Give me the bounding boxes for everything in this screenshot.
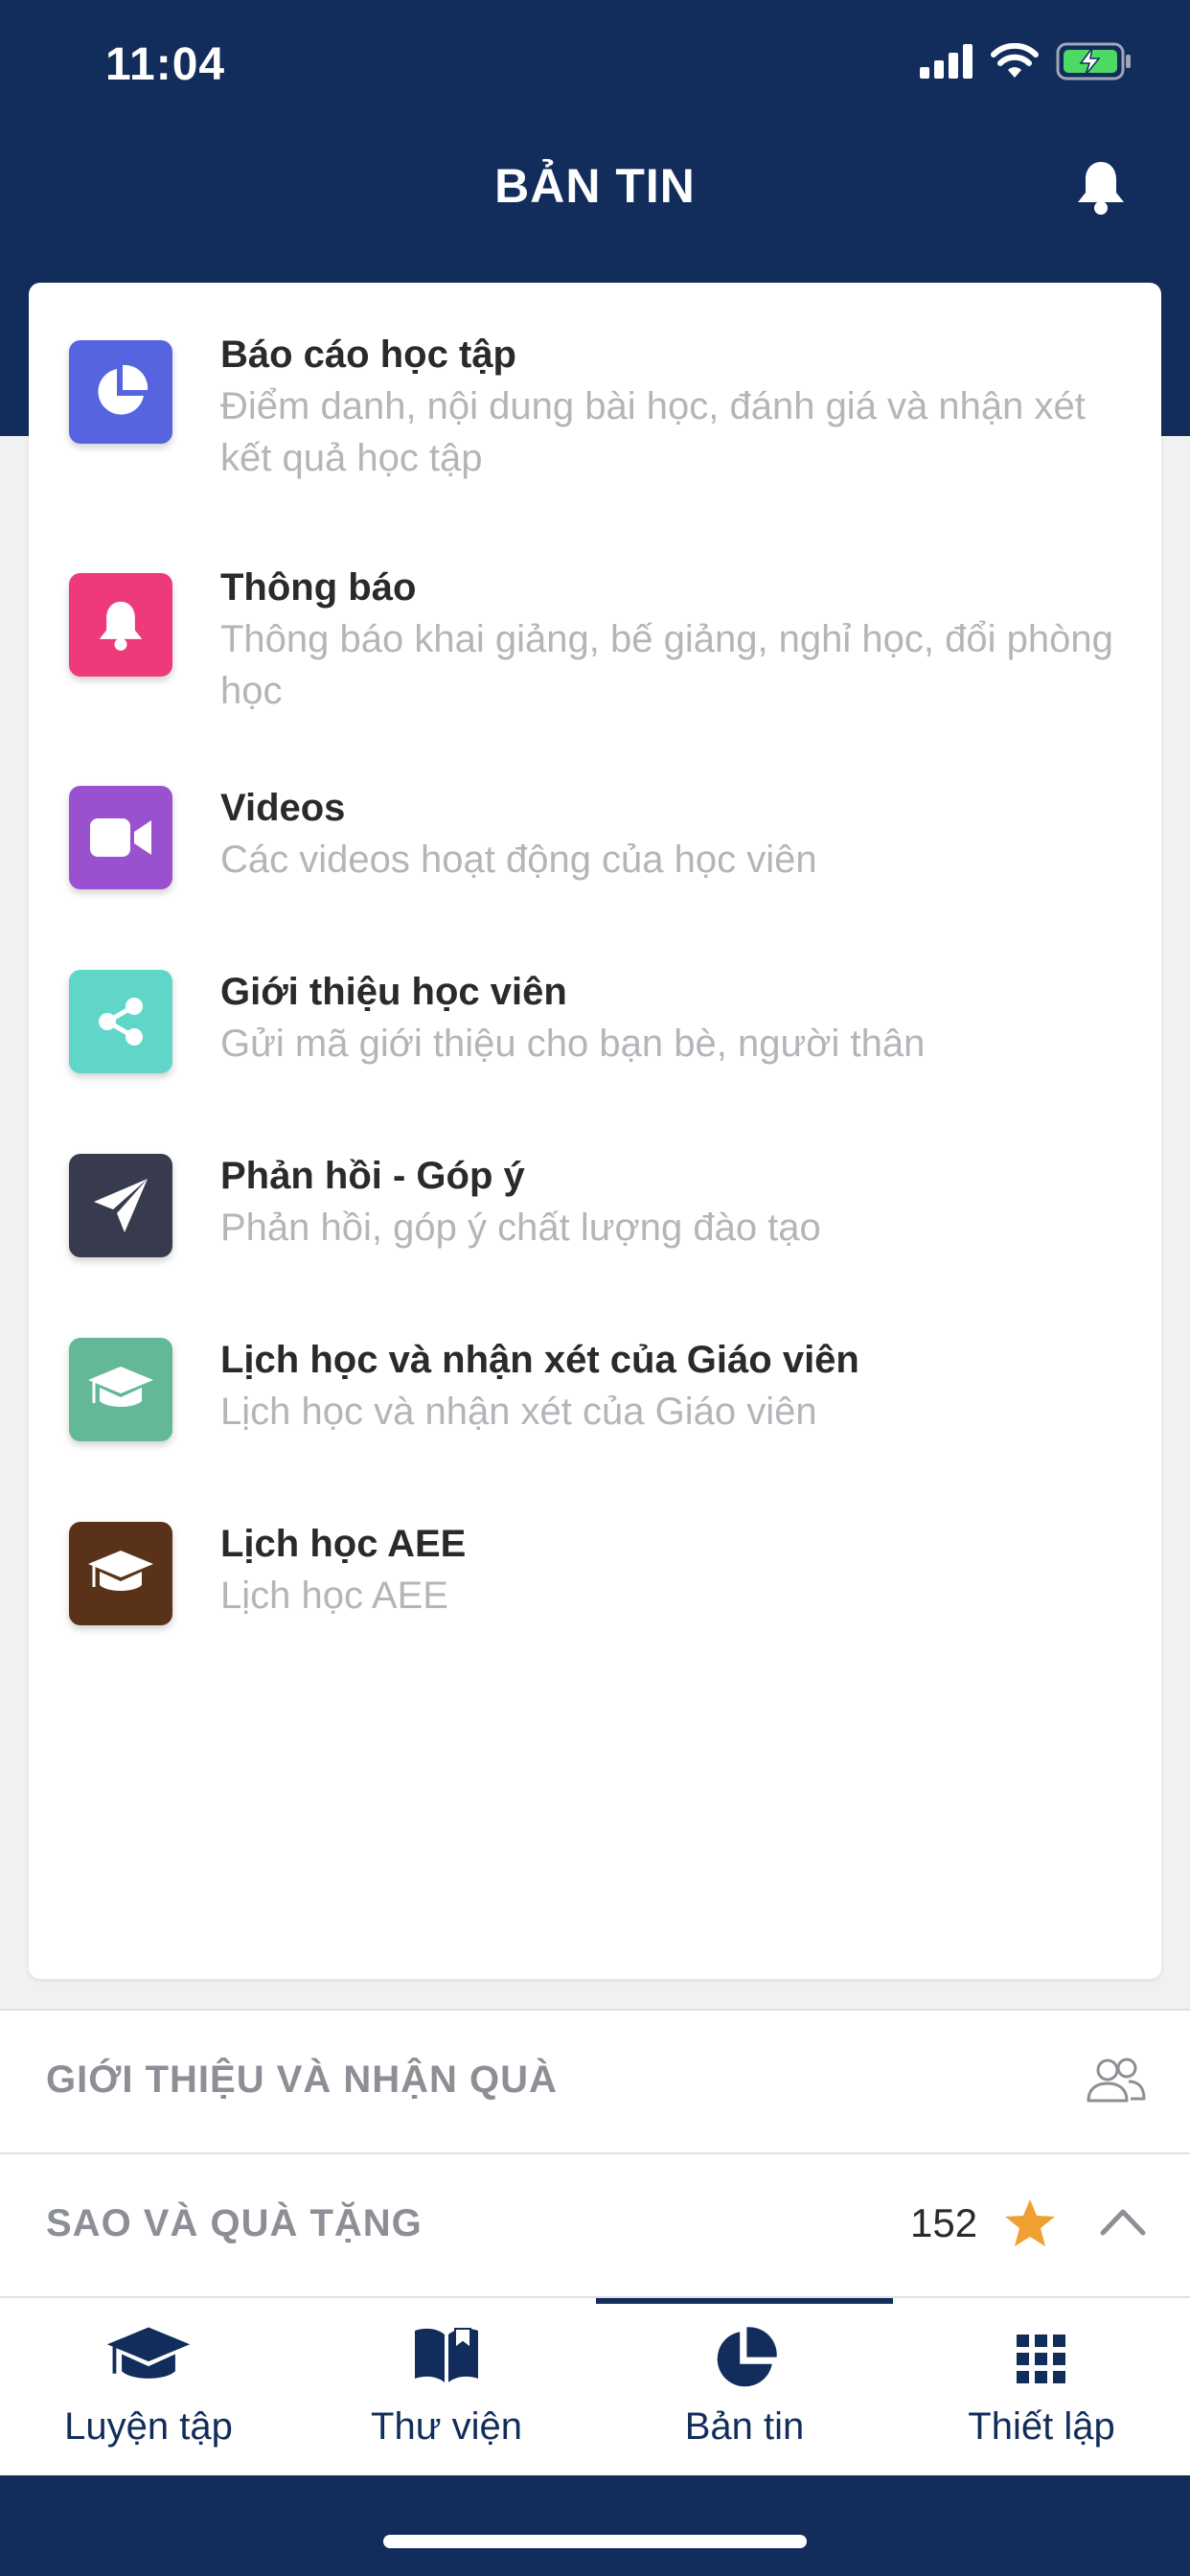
menu-item-videos[interactable]: Videos Các videos hoạt động của học viên — [29, 786, 1161, 901]
menu-icon-bg — [69, 573, 172, 677]
menu-title: Thông báo — [220, 566, 417, 609]
home-indicator[interactable] — [383, 2535, 807, 2548]
referral-label: GIỚI THIỆU VÀ NHẬN QUÀ — [46, 2058, 558, 2101]
wifi-icon — [991, 43, 1039, 78]
tab-label: Luyện tập — [64, 2405, 233, 2448]
users-icon — [1087, 2058, 1146, 2103]
stars-label: SAO VÀ QUÀ TẶNG — [46, 2202, 423, 2244]
bell-icon — [1078, 162, 1124, 215]
menu-subtitle: Gửi mã giới thiệu cho bạn bè, người thân — [220, 1023, 926, 1065]
bottom-bar — [0, 2475, 1190, 2576]
menu-title: Lịch học AEE — [220, 1523, 467, 1565]
tab-settings[interactable]: Thiết lập — [893, 2298, 1190, 2475]
menu-subtitle: Thông báo khai giảng, bế giảng, nghỉ học… — [220, 618, 1113, 712]
menu-item-referral[interactable]: Giới thiệu học viên Gửi mã giới thiệu ch… — [29, 970, 1161, 1085]
menu-subtitle: Các videos hoạt động của học viên — [220, 839, 817, 881]
star-icon — [1005, 2199, 1055, 2246]
menu-title: Giới thiệu học viên — [220, 971, 567, 1013]
battery-icon — [1056, 42, 1131, 80]
tab-label: Thư viện — [371, 2405, 522, 2448]
tab-library[interactable]: Thư viện — [298, 2298, 595, 2475]
book-icon — [415, 2328, 478, 2382]
menu-title: Báo cáo học tập — [220, 334, 516, 376]
menu-icon-bg — [69, 786, 172, 889]
news-card: Báo cáo học tập Điểm danh, nội dung bài … — [29, 283, 1161, 1979]
tab-label: Bản tin — [684, 2405, 805, 2448]
paper-plane-icon — [94, 1179, 148, 1232]
menu-icon-bg — [69, 1154, 172, 1257]
video-camera-icon — [90, 818, 151, 857]
menu-subtitle: Phản hồi, góp ý chất lượng đào tạo — [220, 1207, 821, 1249]
bell-icon — [99, 601, 143, 651]
active-tab-indicator — [596, 2298, 893, 2304]
menu-icon-bg — [69, 1522, 172, 1625]
menu-subtitle: Điểm danh, nội dung bài học, đánh giá và… — [220, 385, 1086, 479]
referral-row[interactable]: GIỚI THIỆU VÀ NHẬN QUÀ — [0, 2011, 1190, 2152]
menu-item-learning-report[interactable]: Báo cáo học tập Điểm danh, nội dung bài … — [29, 334, 1161, 503]
menu-title: Lịch học và nhận xét của Giáo viên — [220, 1339, 859, 1381]
menu-subtitle: Lịch học và nhận xét của Giáo viên — [220, 1391, 817, 1433]
pie-chart-icon — [717, 2327, 777, 2387]
pie-chart-icon — [98, 364, 149, 415]
stars-row[interactable]: SAO VÀ QUÀ TẶNG 152 — [0, 2154, 1190, 2296]
stars-count: 152 — [910, 2200, 978, 2245]
signal-icon — [920, 44, 973, 79]
page-title: BẢN TIN — [494, 159, 696, 213]
share-icon — [99, 998, 143, 1046]
menu-icon-bg — [69, 970, 172, 1073]
tab-label: Thiết lập — [968, 2405, 1115, 2448]
menu-icon-bg — [69, 340, 172, 444]
tab-bar: Luyện tập Thư viện Bản tin Thiết lập — [0, 2298, 1190, 2475]
tab-news[interactable]: Bản tin — [596, 2298, 893, 2475]
grid-icon — [1017, 2334, 1065, 2383]
menu-subtitle: Lịch học AEE — [220, 1575, 448, 1617]
menu-item-teacher-schedule[interactable]: Lịch học và nhận xét của Giáo viên Lịch … — [29, 1338, 1161, 1453]
status-time: 11:04 — [105, 39, 226, 90]
menu-icon-bg — [69, 1338, 172, 1441]
notification-bell-button[interactable] — [1074, 158, 1128, 220]
menu-title: Phản hồi - Góp ý — [220, 1155, 525, 1197]
graduation-cap-icon — [88, 1551, 153, 1591]
menu-title: Videos — [220, 787, 346, 829]
graduation-cap-icon — [88, 1367, 153, 1407]
chevron-up-icon[interactable] — [1099, 2206, 1147, 2237]
tab-practice[interactable]: Luyện tập — [0, 2298, 297, 2475]
menu-item-aee-schedule[interactable]: Lịch học AEE Lịch học AEE — [29, 1522, 1161, 1637]
menu-item-feedback[interactable]: Phản hồi - Góp ý Phản hồi, góp ý chất lư… — [29, 1154, 1161, 1269]
menu-item-announcements[interactable]: Thông báo Thông báo khai giảng, bế giảng… — [29, 566, 1161, 736]
graduation-cap-icon — [106, 2327, 191, 2379]
status-icons — [920, 42, 1133, 80]
